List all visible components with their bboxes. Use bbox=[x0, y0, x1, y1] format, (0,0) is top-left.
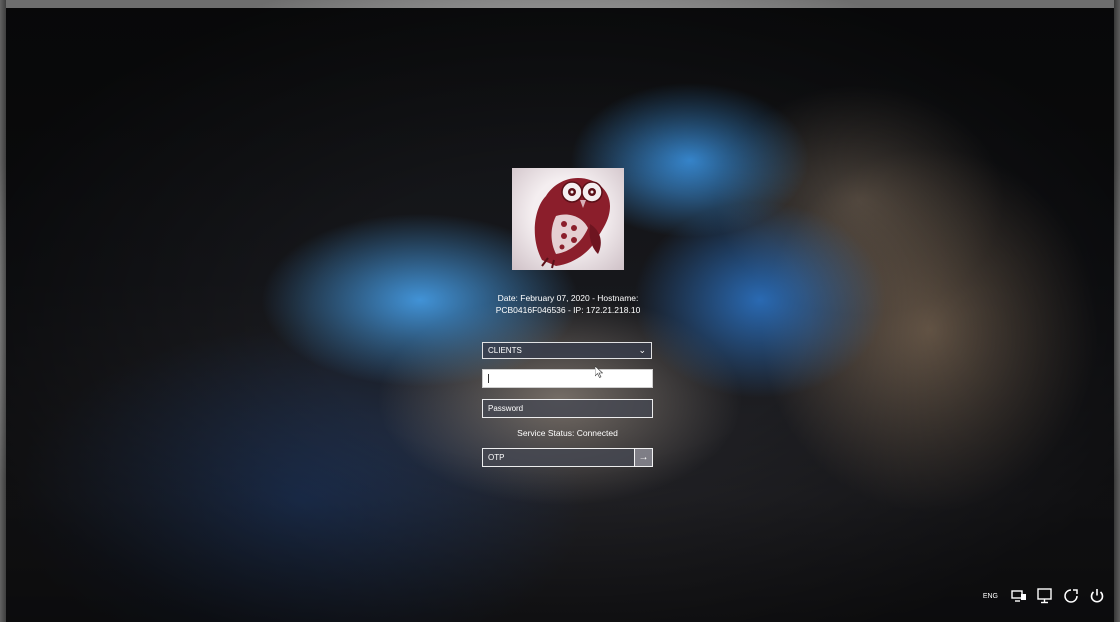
network-icon[interactable] bbox=[1010, 587, 1028, 605]
password-input[interactable]: Password bbox=[482, 399, 653, 418]
system-info-date-host: Date: February 07, 2020 - Hostname: bbox=[497, 293, 639, 303]
monitor-bezel bbox=[0, 0, 6, 622]
otp-input[interactable]: OTP bbox=[482, 448, 635, 467]
language-indicator[interactable]: ENG bbox=[983, 593, 998, 600]
system-tray: ENG bbox=[983, 586, 1106, 606]
domain-select[interactable]: CLIENTS ⌄ bbox=[482, 342, 652, 359]
monitor-bezel bbox=[0, 0, 1120, 8]
domain-select-value: CLIENTS bbox=[488, 346, 522, 355]
owl-icon bbox=[534, 178, 610, 269]
display-icon[interactable] bbox=[1036, 587, 1054, 605]
monitor-bezel bbox=[1114, 0, 1120, 622]
accessibility-icon[interactable] bbox=[1062, 587, 1080, 605]
system-info: Date: February 07, 2020 - Hostname: PCB0… bbox=[470, 292, 666, 316]
mouse-cursor-icon bbox=[594, 365, 604, 383]
submit-button[interactable]: → bbox=[634, 448, 653, 467]
power-icon[interactable] bbox=[1088, 587, 1106, 605]
service-status: Service Status: Connected bbox=[517, 428, 618, 438]
system-info-ip: PCB0416F046536 - IP: 172.21.218.10 bbox=[495, 305, 641, 315]
username-input[interactable] bbox=[482, 369, 653, 388]
lock-screen: Date: February 07, 2020 - Hostname: PCB0… bbox=[0, 0, 1120, 622]
owl-logo bbox=[512, 168, 624, 270]
arrow-right-icon: → bbox=[638, 452, 649, 463]
chevron-down-icon: ⌄ bbox=[638, 345, 646, 355]
text-caret bbox=[488, 374, 489, 383]
